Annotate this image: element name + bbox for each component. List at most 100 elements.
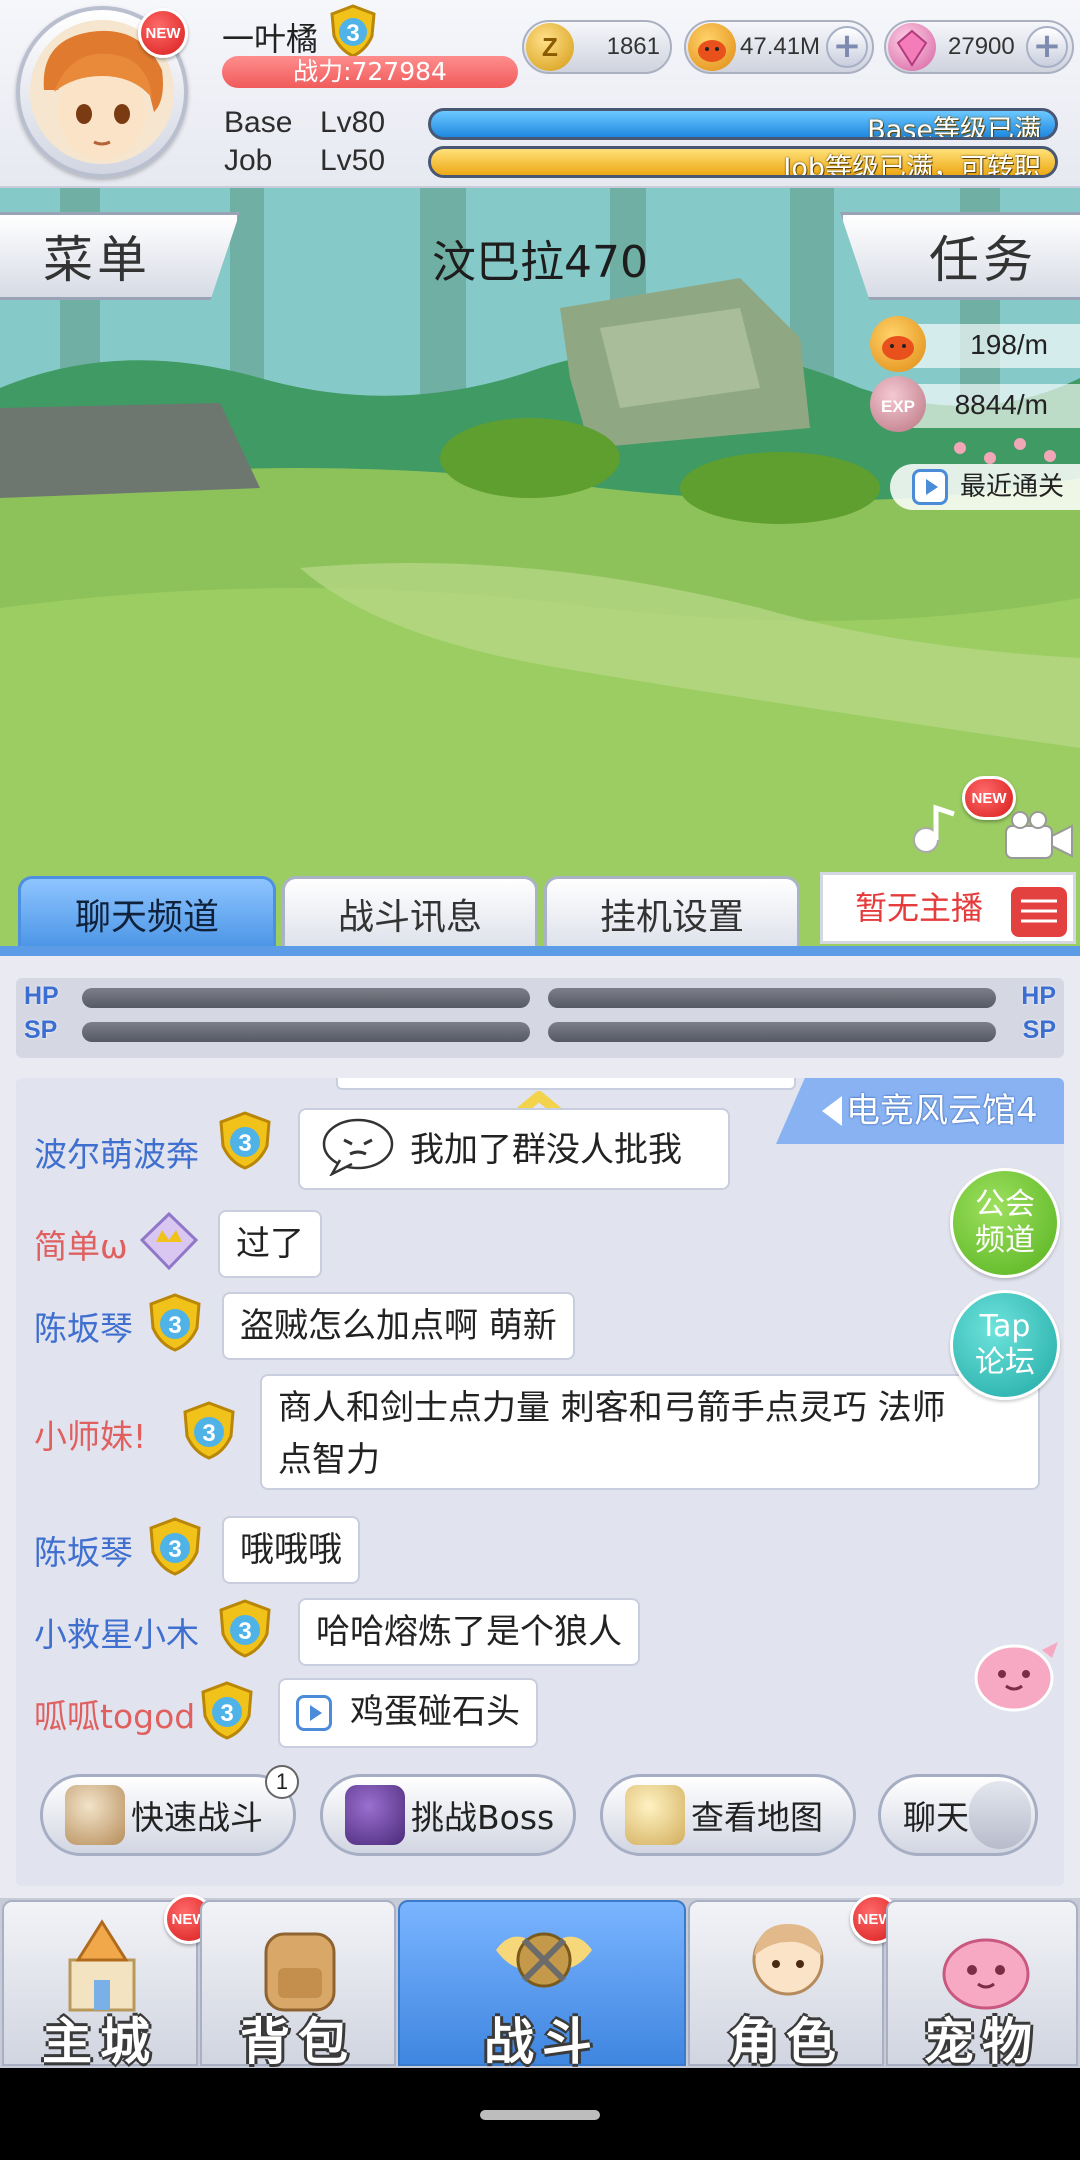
vip-level-shield-icon: 3 (219, 1599, 271, 1658)
poring-mascot-button[interactable] (972, 1630, 1062, 1714)
combat-power-label: 战力:727984 (222, 56, 518, 88)
nav-label: 战斗 (484, 2013, 600, 2071)
chat-text-line: 点智力 (278, 1440, 380, 1480)
live-list-icon (1011, 887, 1067, 937)
chat-toggle-knob (969, 1781, 1031, 1849)
quick-battle-count-badge: 1 (265, 1765, 299, 1799)
bottom-navigation: 主城 NEW 背包 战斗 角色 NEW 宠物 (0, 1894, 1080, 2071)
nav-label: 角色 (728, 2013, 844, 2071)
poring-coin-currency: 47.41M + (684, 20, 874, 74)
player-avatar-button[interactable]: NEW (16, 6, 188, 178)
tap-forum-line: 论坛 (975, 1345, 1035, 1380)
music-note-icon (913, 804, 955, 853)
tap-forum-button[interactable]: Tap 论坛 (950, 1290, 1060, 1400)
chat-sender[interactable]: 陈坂琴 (34, 1302, 133, 1350)
vip-level-shield-icon: 3 (201, 1681, 253, 1740)
svg-text:3: 3 (202, 1420, 215, 1447)
base-level-row: Base Lv80 (224, 106, 385, 140)
record-video-button[interactable] (1000, 808, 1076, 864)
nav-backpack[interactable]: 背包 (200, 1900, 396, 2071)
hp-bar-left (82, 988, 530, 1008)
crown-badge-icon (139, 1211, 199, 1271)
zeny-currency: Z 1861 (522, 20, 672, 74)
sp-bar-left (82, 1022, 530, 1042)
tab-underline (0, 946, 1080, 956)
chat-message: 陈坂琴 3 盗贼怎么加点啊 萌新 (16, 1292, 1056, 1362)
nav-character[interactable]: 角色 NEW (688, 1894, 900, 2071)
tab-chat-channel[interactable]: 聊天频道 (18, 876, 276, 948)
recent-clear-button[interactable]: 最近通关 (890, 464, 1080, 510)
tab-idle-settings[interactable]: 挂机设置 (544, 876, 800, 948)
add-crystal-button[interactable]: + (1026, 26, 1068, 68)
chat-toggle[interactable]: 聊天 (878, 1774, 1038, 1856)
svg-text:Z: Z (542, 32, 558, 62)
live-stream-label: 暂无主播 (855, 889, 984, 927)
svg-text:3: 3 (238, 1618, 251, 1645)
chat-sender[interactable]: 呱呱togod (34, 1690, 195, 1738)
play-icon (912, 469, 948, 505)
poring-mascot-icon (974, 1642, 1058, 1712)
nav-main-city[interactable]: 主城 NEW (2, 1894, 214, 2071)
previous-message-bubble (336, 1078, 796, 1090)
zeny-rate-row: 198/m (870, 316, 1080, 372)
nav-label: 背包 (240, 2013, 356, 2071)
chat-bubble: 商人和剑士点力量 刺客和弓箭手点灵巧 法师 点智力 (260, 1374, 1040, 1490)
play-voice-icon (296, 1695, 332, 1731)
job-level-row: Job Lv50 (224, 144, 385, 178)
tap-forum-line: Tap (979, 1309, 1031, 1344)
system-gesture-area (0, 2068, 1080, 2160)
music-button[interactable] (906, 798, 966, 858)
svg-text:3: 3 (220, 1700, 233, 1727)
guild-channel-line: 公会 (975, 1187, 1035, 1222)
hp-bar-right (548, 988, 996, 1008)
challenge-boss-button[interactable]: 挑战Boss (320, 1774, 576, 1856)
top-status-bar: NEW 一叶橘 3 战力:727984 Z 1861 47.41M + 2790… (0, 0, 1080, 188)
video-camera-icon (1005, 811, 1073, 859)
svg-text:3: 3 (238, 1130, 251, 1157)
chat-toggle-label: 聊天 (903, 1798, 969, 1837)
guild-channel-line: 频道 (975, 1223, 1035, 1258)
chat-log[interactable]: 电竞风云馆4 波尔萌波奔 3 我加了群没人批我 简单ω 过了 陈坂琴 3 盗贼怎… (16, 1078, 1064, 1886)
chat-sender[interactable]: 小救星小木 (34, 1608, 199, 1656)
chat-message: 波尔萌波奔 3 我加了群没人批我 (16, 1108, 1056, 1194)
exp-icon-text: EXP (881, 397, 915, 416)
guild-channel-button[interactable]: 公会 频道 (950, 1168, 1060, 1278)
task-button[interactable]: 任务 (840, 212, 1080, 300)
poring-coin-icon (870, 316, 926, 372)
base-exp-status: Base等级已满 (867, 115, 1041, 140)
nav-battle[interactable]: 战斗 (398, 1900, 686, 2071)
home-gesture-bar[interactable] (480, 2110, 600, 2120)
chat-sender[interactable]: 小师妹! (34, 1410, 146, 1458)
voice-chat-bubble[interactable]: 鸡蛋碰石头 (278, 1678, 538, 1748)
chat-message: 小救星小木 3 哈哈熔炼了是个狼人 (16, 1598, 1056, 1668)
chat-message: 小师妹! 3 商人和剑士点力量 刺客和弓箭手点灵巧 法师 点智力 (16, 1374, 1056, 1494)
chat-sender[interactable]: 陈坂琴 (34, 1526, 133, 1574)
exp-rate: 8844/m (954, 389, 1048, 420)
add-poring-coin-button[interactable]: + (826, 26, 868, 68)
vip-level-shield-icon: 3 (219, 1111, 271, 1170)
chat-sender[interactable]: 简单ω (34, 1220, 128, 1268)
poring-coin-icon (688, 23, 736, 71)
chat-bubble: 盗贼怎么加点啊 萌新 (222, 1292, 575, 1360)
chat-bubble: 哈哈熔炼了是个狼人 (298, 1598, 640, 1666)
quick-battle-button[interactable]: 快速战斗 1 (40, 1765, 299, 1856)
live-stream-button[interactable]: 暂无主播 (820, 872, 1076, 944)
crystal-value: 27900 (948, 33, 1015, 60)
chat-text: 鸡蛋碰石头 (350, 1692, 520, 1732)
zeny-value: 1861 (606, 33, 660, 60)
battle-scene: 菜单 汶巴拉470 任务 198/m EXP 8844/m 最近通关 NEW (0, 188, 1080, 948)
view-map-button[interactable]: 查看地图 (600, 1774, 856, 1856)
job-exp-status: Job等级已满，可转职 (783, 153, 1041, 178)
quick-battle-icon (65, 1785, 125, 1845)
chat-sender[interactable]: 波尔萌波奔 (34, 1128, 199, 1176)
hp-label-right: HP (1021, 982, 1056, 1010)
exp-icon: EXP (870, 376, 926, 432)
nav-pet[interactable]: 宠物 (886, 1900, 1078, 2071)
chat-bubble: 哦哦哦 (222, 1516, 360, 1584)
zeny-rate: 198/m (970, 329, 1048, 360)
tab-battle-info[interactable]: 战斗讯息 (282, 876, 538, 948)
hp-sp-panel: HP SP HP SP (16, 978, 1064, 1058)
svg-text:3: 3 (168, 1536, 181, 1563)
hp-label-left: HP (24, 982, 59, 1010)
pink-crystal-icon (888, 23, 936, 71)
